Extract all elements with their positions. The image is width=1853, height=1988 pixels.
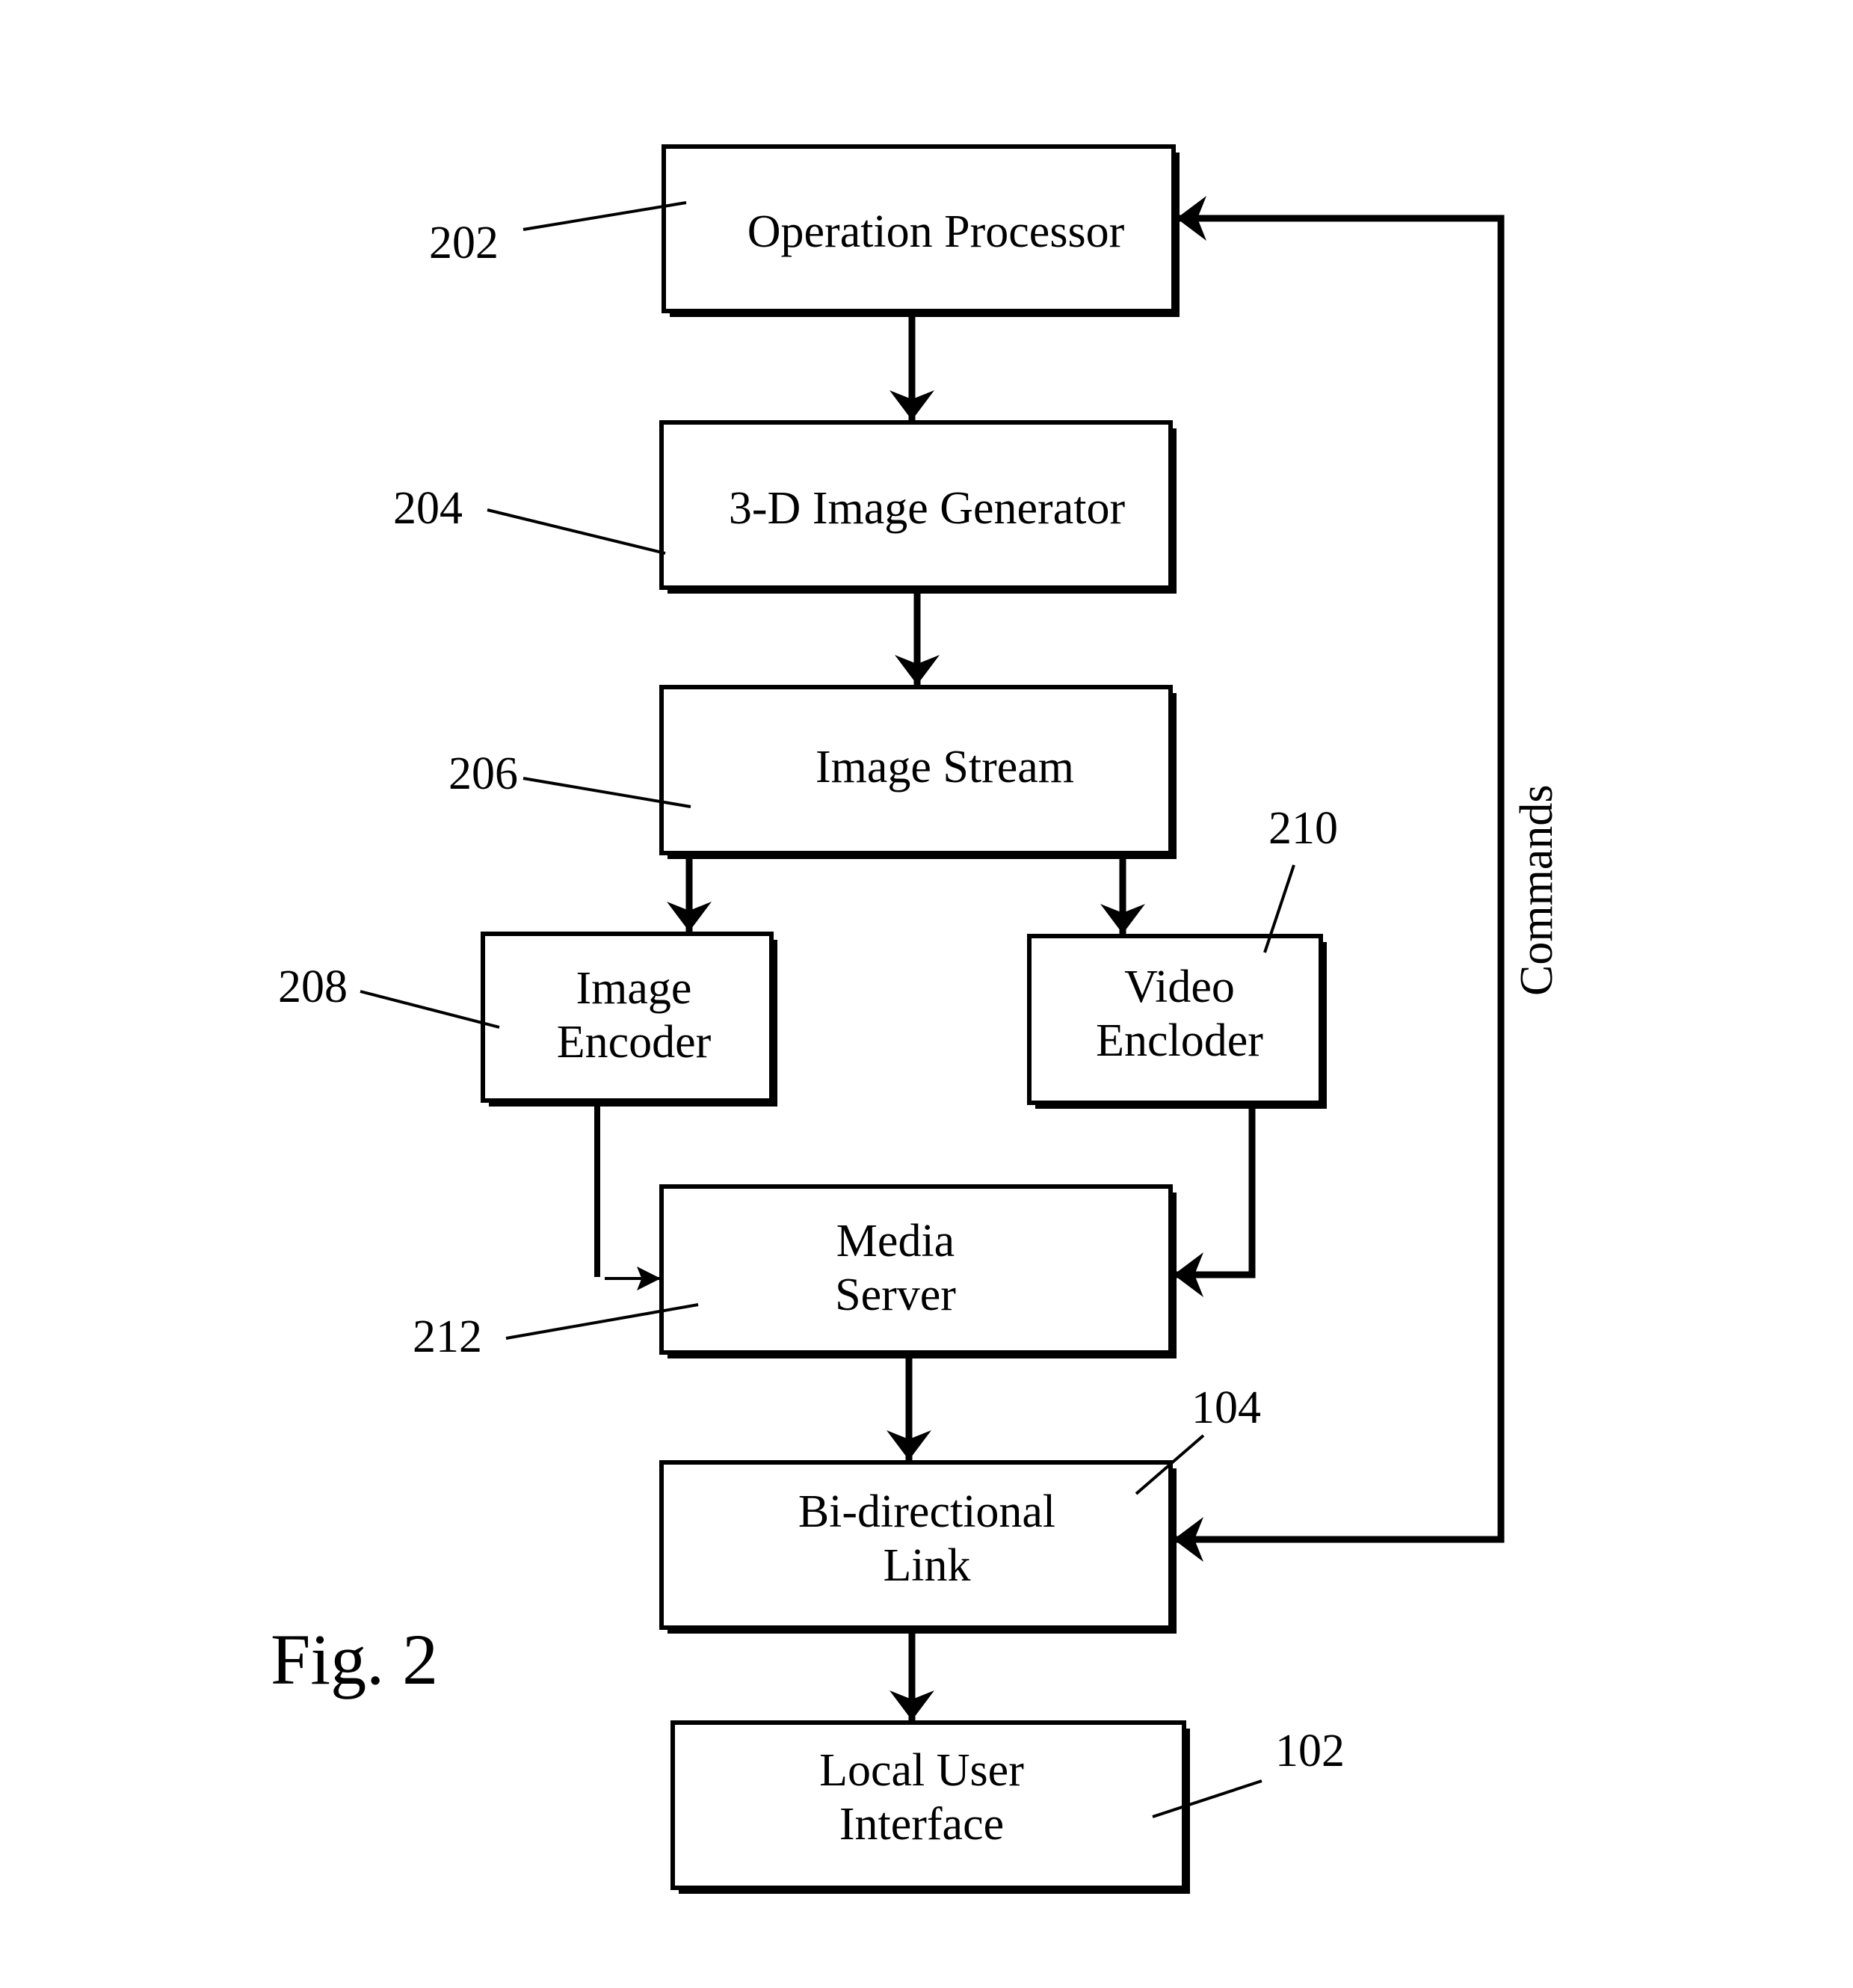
ref-212: 212 <box>413 1311 482 1362</box>
patent-figure: Operation Processor 3-D Image Generator Im… <box>0 0 1853 1988</box>
block-local-user-interface: Local UserInterface <box>670 1720 1190 1894</box>
ref-206: 206 <box>448 748 518 799</box>
block-label: Server <box>835 1270 956 1320</box>
ref-104: 104 <box>1191 1382 1261 1433</box>
ref-202: 202 <box>429 218 499 268</box>
block-media-server: MediaServer <box>659 1184 1177 1358</box>
arrow-commands-link-to-processor <box>1174 196 1505 1543</box>
block-diagram: Operation Processor 3-D Image Generator Im… <box>271 144 1562 1894</box>
block-bidirectional-link: Bi-directionalLink <box>659 1460 1177 1634</box>
block-label: Image Stream <box>815 742 1074 793</box>
block-label: Encloder <box>1096 1015 1263 1066</box>
block-operation-processor: Operation Processor <box>662 144 1180 317</box>
block-label: Link <box>883 1540 970 1591</box>
block-video-encoder: VideoEncloder <box>1027 934 1327 1109</box>
block-label: Interface <box>839 1799 1004 1850</box>
ref-208: 208 <box>278 961 348 1012</box>
block-label: Video <box>1124 961 1235 1012</box>
block-label: Encoder <box>557 1017 712 1068</box>
block-label: Bi-directional <box>798 1486 1055 1537</box>
ref-102: 102 <box>1275 1726 1345 1776</box>
ref-204: 204 <box>393 483 463 534</box>
arrow-video-encoder-to-media-server <box>1174 1106 1256 1297</box>
block-label: Local User <box>819 1745 1024 1796</box>
block-image-stream: Image Stream <box>659 685 1177 859</box>
figure-caption: Fig. 2 <box>271 1619 438 1699</box>
commands-label: Commands <box>1511 785 1562 996</box>
block-label: 3-D Image Generator <box>729 483 1126 534</box>
block-image-generator-3d: 3-D Image Generator <box>659 420 1177 594</box>
block-label: Media <box>836 1216 955 1267</box>
leader-208 <box>360 990 500 1029</box>
block-image-encoder: ImageEncoder <box>481 932 777 1107</box>
leader-204 <box>487 508 666 555</box>
block-label: Image <box>576 963 692 1014</box>
ref-210: 210 <box>1268 803 1338 854</box>
block-label: Operation Processor <box>747 206 1125 257</box>
